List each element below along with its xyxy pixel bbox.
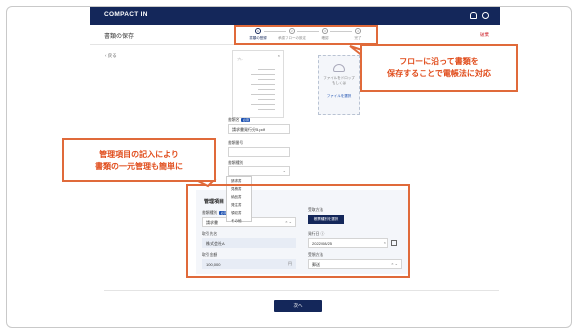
- callout-top-line1: フローに沿って書類を: [399, 57, 479, 66]
- callout-top-line2: 保存することで電帳法に対応: [387, 69, 491, 78]
- callout-left-line2: 書類の一元管理も簡単に: [95, 162, 183, 171]
- callout-left-line1: 管理項目の記入により: [99, 150, 179, 159]
- callout-top: フローに沿って書類を 保存することで電帳法に対応: [360, 44, 518, 92]
- callout-left: 管理項目の記入により 書類の一元管理も簡単に: [62, 138, 216, 182]
